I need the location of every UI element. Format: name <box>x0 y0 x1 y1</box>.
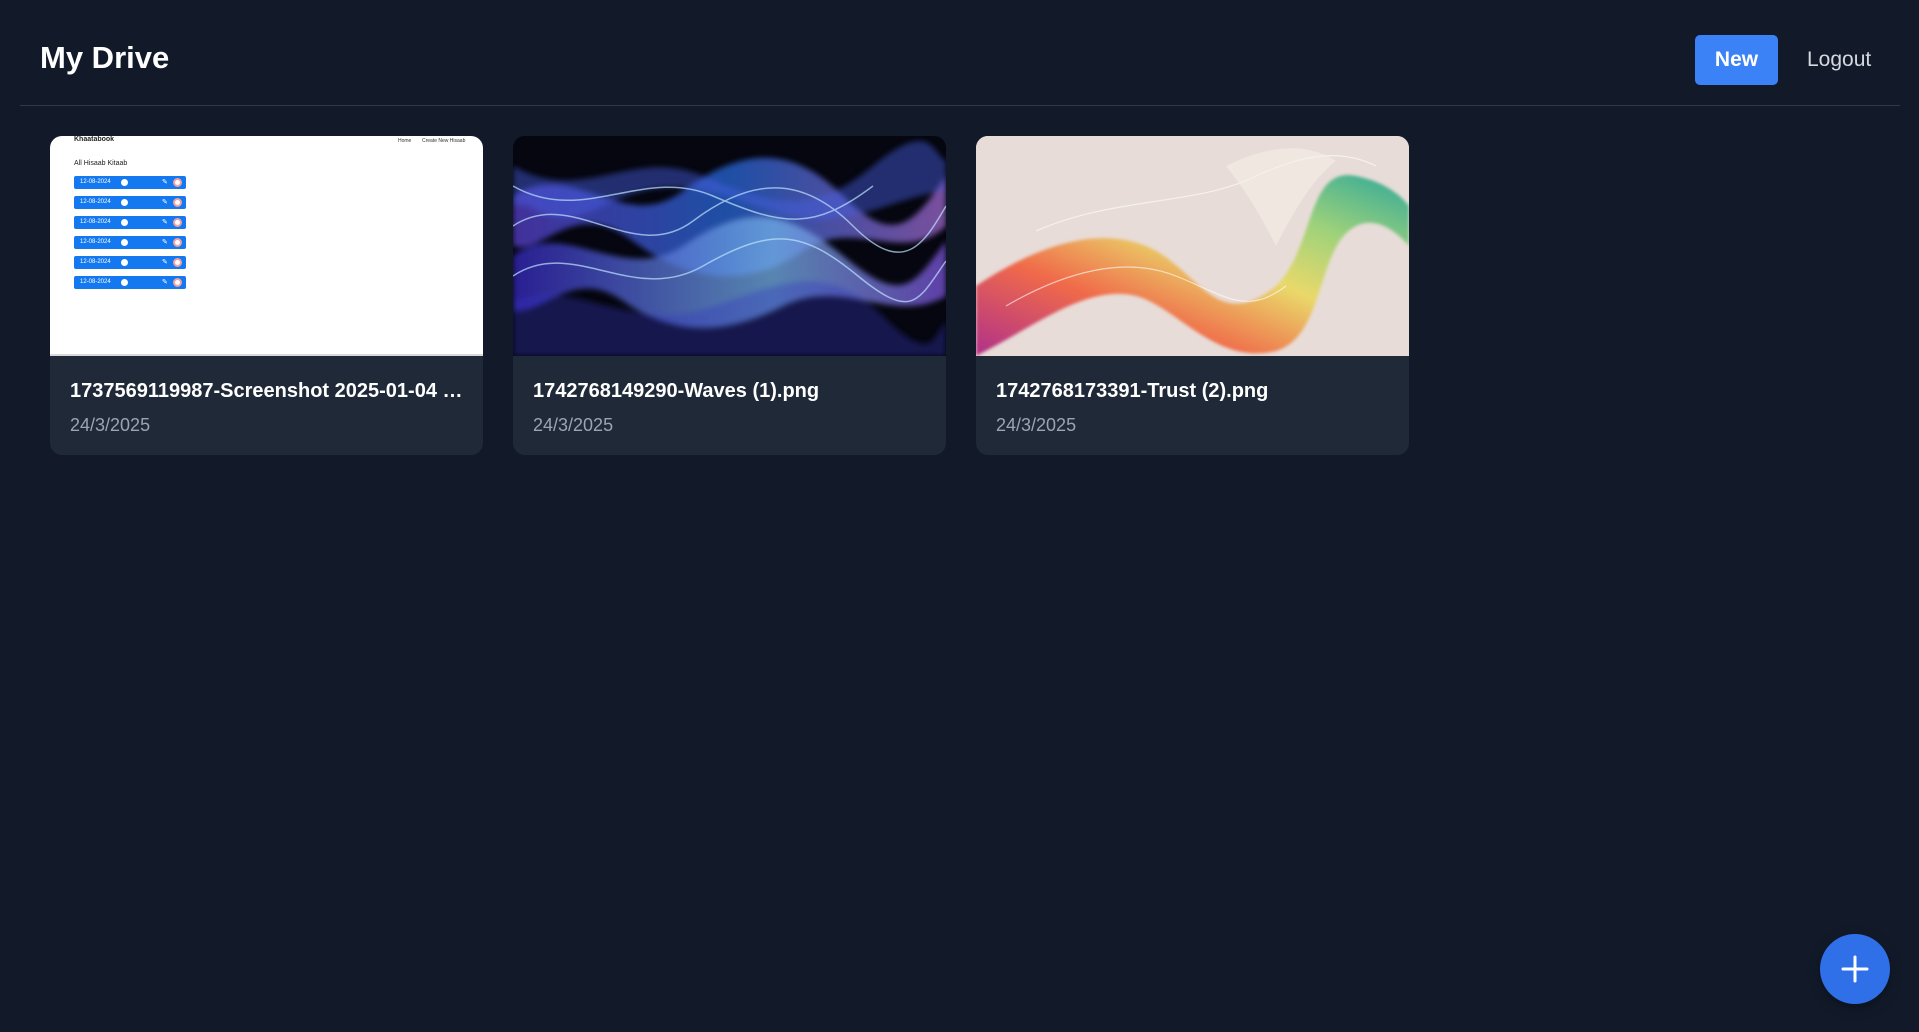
plus-icon <box>1841 955 1869 983</box>
blue-waves-image <box>513 136 946 356</box>
preview-row: 12-08-2024 ✎ <box>74 256 186 269</box>
add-file-fab-button[interactable] <box>1820 934 1890 1004</box>
preview-brand: Khaatabook <box>74 136 115 143</box>
preview-row: 12-08-2024 ✎ <box>74 176 186 189</box>
preview-row: 12-08-2024 ✎ <box>74 276 186 289</box>
file-thumbnail-screenshot: Khaatabook Home Create New Hisaab All Hi… <box>50 136 483 356</box>
preview-nav-create: Create New Hisaab <box>422 138 466 144</box>
file-date: 24/3/2025 <box>533 415 614 435</box>
preview-row: 12-08-2024 ✎ <box>74 216 186 229</box>
preview-row: 12-08-2024 ✎ <box>74 196 186 209</box>
new-button[interactable]: New <box>1695 35 1778 85</box>
page-title: My Drive <box>40 40 170 75</box>
file-thumbnail-waves <box>513 136 946 356</box>
file-date: 24/3/2025 <box>996 415 1077 435</box>
file-date: 24/3/2025 <box>70 415 151 435</box>
preview-row: 12-08-2024 ✎ <box>74 236 186 249</box>
logout-button[interactable]: Logout <box>1807 35 1871 85</box>
file-name: 1742768149290-Waves (1).png <box>533 380 820 402</box>
file-card[interactable]: 1742768149290-Waves (1).png 24/3/2025 <box>513 136 946 455</box>
file-name: 1737569119987-Screenshot 2025-01-04 2... <box>70 380 463 402</box>
preview-nav-home: Home <box>398 138 412 144</box>
file-grid: Khaatabook Home Create New Hisaab All Hi… <box>50 136 1409 455</box>
preview-heading: All Hisaab Kitaab <box>74 160 128 167</box>
rainbow-ribbon-image <box>976 136 1409 356</box>
file-card[interactable]: Khaatabook Home Create New Hisaab All Hi… <box>50 136 483 455</box>
file-thumbnail-trust <box>976 136 1409 356</box>
file-name: 1742768173391-Trust (2).png <box>996 380 1269 402</box>
app-header: My Drive New Logout <box>20 0 1900 106</box>
file-card[interactable]: 1742768173391-Trust (2).png 24/3/2025 <box>976 136 1409 455</box>
